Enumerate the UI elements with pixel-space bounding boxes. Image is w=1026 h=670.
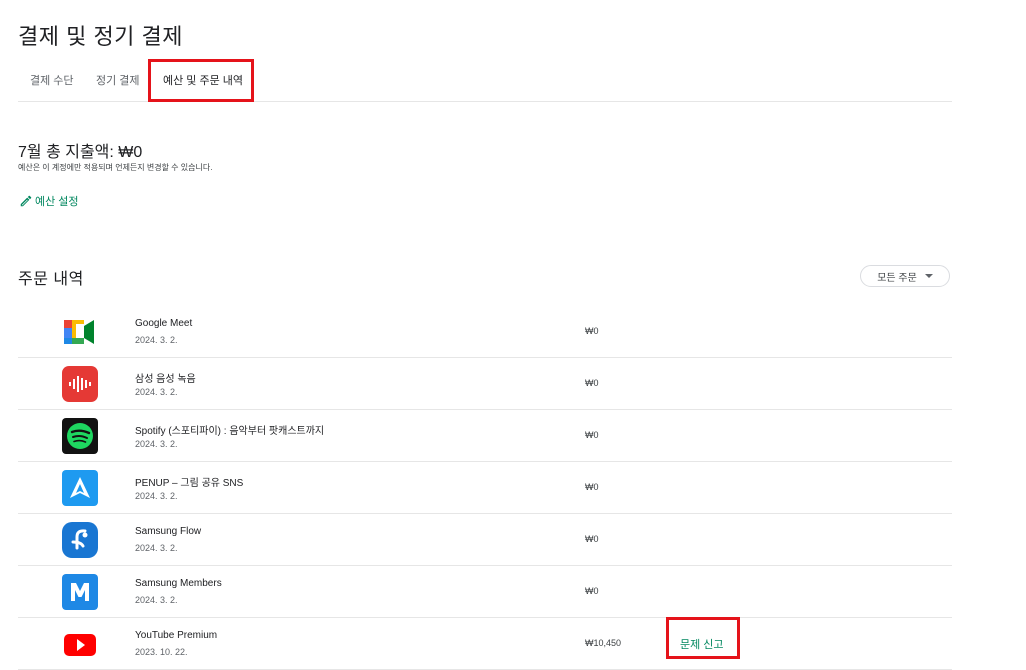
order-price: ₩0	[585, 326, 599, 336]
samsung-flow-icon	[62, 522, 98, 558]
order-price: ₩0	[585, 430, 599, 440]
order-row[interactable]: Samsung Flow 2024. 3. 2. ₩0	[18, 514, 952, 566]
page-title: 결제 및 정기 결제	[18, 24, 184, 49]
caret-down-icon	[924, 274, 933, 278]
order-row[interactable]: Spotify (스포티파이) : 음악부터 팟캐스트까지 2024. 3. 2…	[18, 410, 952, 462]
order-app-name: Spotify (스포티파이) : 음악부터 팟캐스트까지	[135, 426, 325, 437]
budget-note: 예산은 이 계정에만 적용되며 언제든지 변경할 수 있습니다.	[18, 163, 213, 172]
order-row[interactable]: Samsung Members 2024. 3. 2. ₩0	[18, 566, 952, 618]
order-row[interactable]: Google Meet 2024. 3. 2. ₩0	[18, 306, 952, 358]
order-app-name: PENUP – 그림 공유 SNS	[135, 478, 244, 489]
penup-icon	[62, 470, 98, 506]
order-date: 2024. 3. 2.	[135, 595, 178, 605]
tab-payment-methods[interactable]: 결제 수단	[30, 72, 74, 88]
samsung-members-icon	[62, 574, 98, 610]
order-date: 2023. 10. 22.	[135, 647, 188, 657]
order-app-name: Samsung Members	[135, 578, 222, 589]
order-price: ₩0	[585, 534, 599, 544]
order-app-name: 삼성 음성 녹음	[135, 374, 196, 385]
order-app-name: Google Meet	[135, 318, 193, 329]
google-meet-icon	[64, 320, 94, 344]
order-history-title: 주문 내역	[18, 271, 84, 288]
samsung-voice-recorder-icon	[62, 366, 98, 402]
order-price: ₩0	[585, 378, 599, 388]
order-list: Google Meet 2024. 3. 2. ₩0 삼성 음성 녹음 2024…	[18, 306, 952, 670]
order-date: 2024. 3. 2.	[135, 543, 178, 553]
monthly-spend-title: 7월 총 지출액: ₩0	[18, 144, 143, 161]
order-filter-label: 모든 주문	[877, 272, 917, 284]
order-date: 2024. 3. 2.	[135, 439, 178, 449]
order-row[interactable]: 삼성 음성 녹음 2024. 3. 2. ₩0	[18, 358, 952, 410]
set-budget-link[interactable]: 예산 설정	[19, 193, 79, 209]
spotify-icon	[62, 418, 98, 454]
order-price: ₩10,450	[585, 638, 622, 648]
order-date: 2024. 3. 2.	[135, 491, 178, 501]
order-date: 2024. 3. 2.	[135, 387, 178, 397]
highlight-box-report	[666, 617, 740, 659]
order-row[interactable]: PENUP – 그림 공유 SNS 2024. 3. 2. ₩0	[18, 462, 952, 514]
order-app-name: Samsung Flow	[135, 526, 202, 537]
order-price: ₩0	[585, 482, 599, 492]
tab-subscriptions[interactable]: 정기 결제	[96, 72, 140, 88]
pencil-icon	[20, 195, 32, 207]
order-filter-dropdown[interactable]: 모든 주문	[860, 265, 950, 287]
highlight-box-tab	[148, 59, 254, 102]
youtube-icon	[64, 634, 96, 656]
order-price: ₩0	[585, 586, 599, 596]
order-date: 2024. 3. 2.	[135, 335, 178, 345]
order-row[interactable]: YouTube Premium 2023. 10. 22. ₩10,450 문제…	[18, 618, 952, 670]
order-app-name: YouTube Premium	[135, 630, 218, 641]
set-budget-label: 예산 설정	[35, 196, 79, 208]
